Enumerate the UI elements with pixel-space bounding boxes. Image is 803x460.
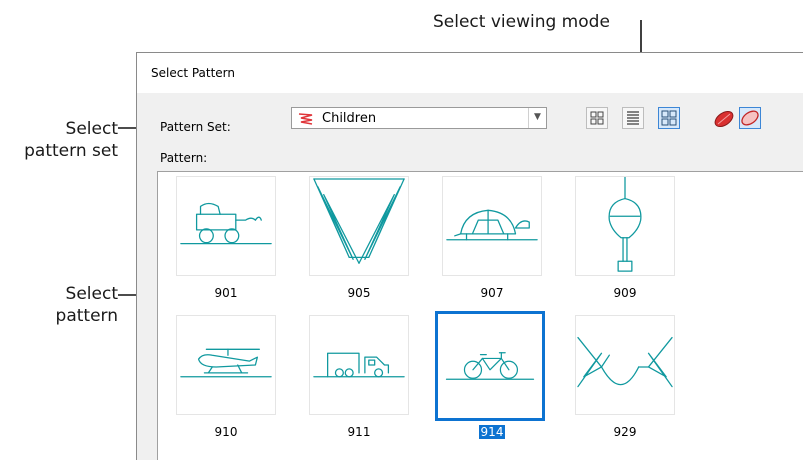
outline-shape-icon xyxy=(741,110,759,126)
pattern-item-910[interactable]: 910 xyxy=(166,315,286,445)
outline-shape-button[interactable] xyxy=(739,107,761,129)
callout-line: pattern set xyxy=(24,141,118,161)
dialog-title: Select Pattern xyxy=(151,66,236,80)
bicycle-icon xyxy=(445,352,535,380)
callout-select-pattern: Select pattern xyxy=(0,283,118,327)
pattern-item-907[interactable]: 907 xyxy=(432,176,552,306)
filled-shape-button[interactable] xyxy=(712,107,734,129)
pattern-thumbnail xyxy=(442,176,542,276)
turtle-icon xyxy=(446,209,538,241)
pattern-set-value: Children xyxy=(322,111,377,126)
callout-line: Select xyxy=(65,284,118,304)
zigzag-icon xyxy=(313,178,405,264)
baby-carriage-icon xyxy=(180,202,272,245)
pattern-number-text: 905 xyxy=(347,286,371,300)
pattern-number: 907 xyxy=(432,286,552,300)
pattern-set-dropdown[interactable]: Children ▼ xyxy=(291,107,547,129)
pattern-item-914[interactable]: 914 xyxy=(432,311,552,445)
helicopter-icon xyxy=(180,348,272,378)
pattern-number: 905 xyxy=(299,286,419,300)
pattern-item-901[interactable]: 901 xyxy=(166,176,286,306)
pattern-thumbnail xyxy=(435,311,545,421)
pattern-label: Pattern: xyxy=(160,151,208,165)
pattern-item-929[interactable]: 929 xyxy=(565,315,685,445)
pattern-number-text: 910 xyxy=(214,425,238,439)
hot-air-balloon-icon xyxy=(608,176,642,272)
pattern-thumbnail xyxy=(176,315,276,415)
pattern-number: 914 xyxy=(432,425,552,439)
pattern-number: 911 xyxy=(299,425,419,439)
callout-select-pattern-set: Select pattern set xyxy=(0,118,118,162)
filled-shape-icon xyxy=(714,110,734,128)
pattern-set-label: Pattern Set: xyxy=(160,120,231,134)
pattern-number: 901 xyxy=(166,286,286,300)
pattern-thumbnail xyxy=(309,176,409,276)
large-grid-view-button[interactable] xyxy=(586,107,608,129)
dialog-title-bar[interactable]: Select Pattern xyxy=(137,53,803,93)
pattern-thumbnail xyxy=(575,315,675,415)
pattern-item-909[interactable]: 909 xyxy=(565,176,685,306)
list-view-button[interactable] xyxy=(622,107,644,129)
pattern-number-text: 929 xyxy=(613,425,637,439)
pattern-number-text: 907 xyxy=(480,286,504,300)
callout-select-viewing-mode: Select viewing mode xyxy=(433,12,610,32)
pattern-item-911[interactable]: 911 xyxy=(299,315,419,445)
pattern-thumbnail xyxy=(176,176,276,276)
truck-icon xyxy=(313,352,405,378)
pattern-number-text: 909 xyxy=(613,286,637,300)
list-view-icon xyxy=(627,111,639,125)
dropdown-arrow-button[interactable]: ▼ xyxy=(528,108,546,128)
pattern-item-905[interactable]: 905 xyxy=(299,176,419,306)
pattern-number: 909 xyxy=(565,286,685,300)
pattern-number: 910 xyxy=(166,425,286,439)
pattern-thumbnail xyxy=(309,315,409,415)
small-grid-view-button[interactable] xyxy=(658,107,680,129)
small-grid-icon xyxy=(661,110,677,126)
pattern-set-icon xyxy=(298,113,313,125)
pattern-number-text: 914 xyxy=(478,425,506,439)
pattern-number-text: 901 xyxy=(214,286,238,300)
pattern-number-text: 911 xyxy=(347,425,371,439)
callout-line: pattern xyxy=(55,306,118,326)
pattern-number: 929 xyxy=(565,425,685,439)
pattern-list[interactable]: 901 905 907 909 910 911 914 929 xyxy=(157,171,803,460)
pattern-thumbnail xyxy=(575,176,675,276)
large-grid-icon xyxy=(590,111,604,125)
select-pattern-dialog: Select Pattern Pattern Set: Children ▼ P… xyxy=(136,52,803,460)
chevron-down-icon: ▼ xyxy=(534,112,541,122)
bows-icon xyxy=(577,336,673,388)
callout-line: Select xyxy=(65,119,118,139)
